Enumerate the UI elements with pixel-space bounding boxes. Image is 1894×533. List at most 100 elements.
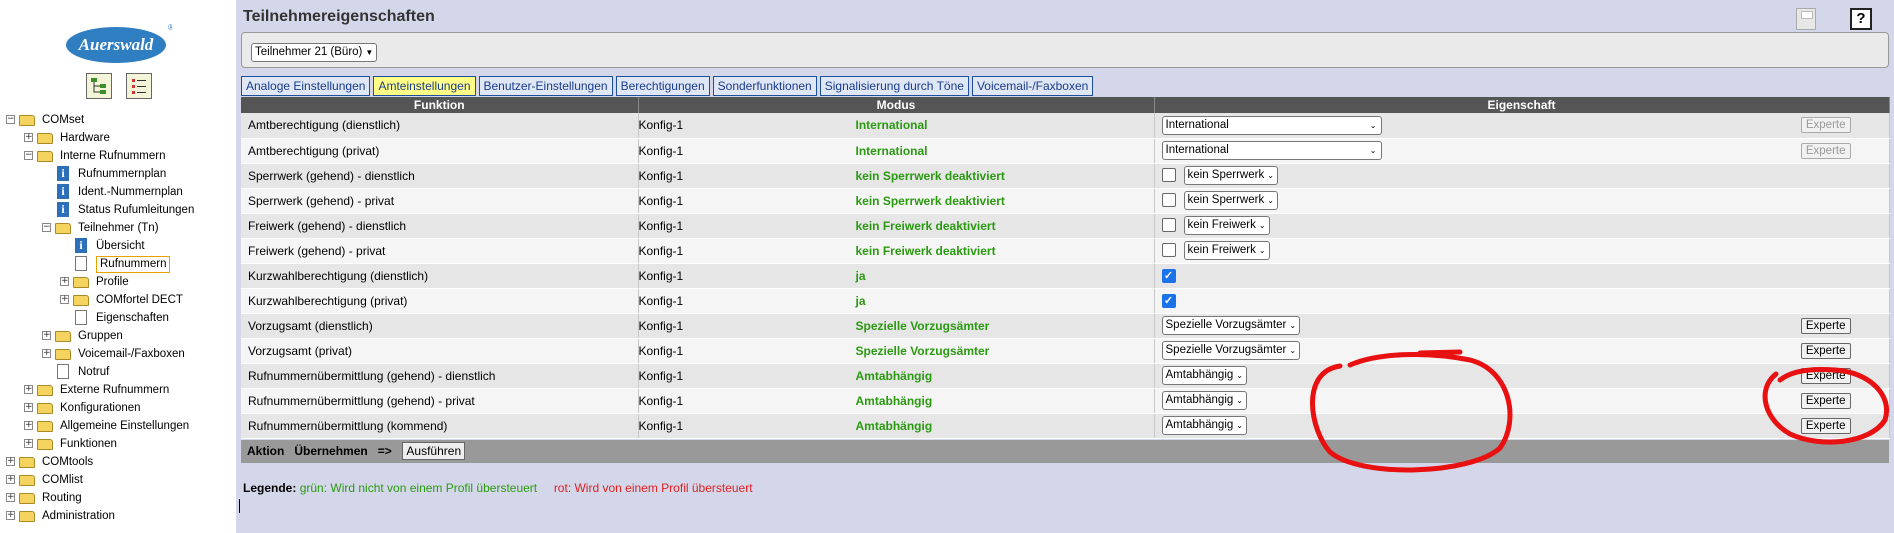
property-select[interactable]: kein Sperrwerk ⌄ (1183, 191, 1278, 210)
expand-icon[interactable]: + (60, 295, 69, 304)
cell-modus: Konfig-1 ja (638, 288, 1155, 314)
property-select[interactable]: kein Sperrwerk ⌄ (1183, 166, 1278, 185)
checkbox[interactable]: ✓ (1161, 293, 1176, 308)
tab-signalisierung-durch-töne[interactable]: Signalisierung durch Töne (819, 76, 969, 96)
config-label: Konfig-1 (638, 243, 684, 258)
execute-button[interactable]: Ausführen (402, 442, 466, 460)
info-icon: i (55, 202, 72, 217)
save-icon[interactable] (1796, 8, 1816, 30)
participant-select-bar: Teilnehmer 21 (Büro) ▼ (241, 32, 1889, 68)
property-select[interactable]: Amtabhängig ⌄ (1161, 391, 1247, 410)
cell-funktion: Amtberechtigung (dienstlich) (241, 113, 639, 139)
table-row: Vorzugsamt (dienstlich) Konfig-1 Spezielle… (241, 313, 1890, 339)
cell-modus: Konfig-1 kein Sperrwerk deaktiviert (638, 163, 1155, 189)
expert-button[interactable]: Experte (1800, 392, 1851, 409)
tab-voicemail-faxboxen[interactable]: Voicemail-/Faxboxen (971, 76, 1094, 96)
chevron-down-icon: ▼ (365, 48, 374, 57)
expand-icon[interactable]: + (42, 331, 51, 340)
cell-eigenschaft: kein Sperrwerk ⌄ (1154, 188, 1890, 214)
folder-icon (37, 148, 54, 163)
expand-icon[interactable]: + (60, 277, 69, 286)
mode-value: Amtabhängig (855, 368, 933, 383)
property-select[interactable]: Spezielle Vorzugsämter ⌄ (1161, 316, 1301, 335)
folder-icon (37, 130, 54, 145)
expand-icon[interactable]: + (6, 457, 15, 466)
header-modus: Modus (638, 97, 1155, 113)
table-row: Amtberechtigung (privat) Konfig-1 Internat… (241, 138, 1890, 164)
tab-benutzer-einstellungen[interactable]: Benutzer-Einstellungen (478, 76, 613, 96)
folder-icon (37, 382, 54, 397)
table-header-row: Funktion Modus Eigenschaft (241, 97, 1890, 113)
table-row: Kurzwahlberechtigung (privat) Konfig-1 ja ✓ (241, 288, 1890, 314)
tree-view-icon[interactable] (86, 73, 112, 99)
config-label: Konfig-1 (638, 318, 684, 333)
help-icon[interactable]: ? (1850, 8, 1872, 30)
expand-icon[interactable]: + (24, 385, 33, 394)
tab-sonderfunktionen[interactable]: Sonderfunktionen (712, 76, 817, 96)
document-icon (55, 364, 72, 379)
mode-value: International (855, 143, 928, 158)
checkbox[interactable] (1161, 192, 1176, 207)
collapse-icon[interactable]: − (24, 151, 33, 160)
property-select[interactable]: Amtabhängig ⌄ (1161, 416, 1247, 435)
expand-icon[interactable]: + (24, 133, 33, 142)
tree-item-label: Routing (42, 492, 82, 504)
expand-icon[interactable]: + (6, 493, 15, 502)
mode-value: Spezielle Vorzugsämter (855, 318, 990, 333)
expand-icon[interactable]: + (24, 403, 33, 412)
expand-icon[interactable]: + (24, 439, 33, 448)
expand-icon[interactable]: + (42, 349, 51, 358)
folder-icon (19, 508, 36, 523)
checkbox[interactable] (1161, 217, 1176, 232)
expert-button[interactable]: Experte (1800, 367, 1851, 384)
table-row: Sperrwerk (gehend) - privat Konfig-1 kein … (241, 188, 1890, 214)
table-row: Rufnummernübermittlung (kommend) Konfig-1… (241, 413, 1890, 439)
cell-funktion: Vorzugsamt (privat) (241, 338, 639, 364)
cell-modus: Konfig-1 kein Freiwerk deaktiviert (638, 213, 1155, 239)
participant-select[interactable]: Teilnehmer 21 (Büro) ▼ (251, 43, 378, 62)
folder-icon (19, 490, 36, 505)
cell-modus: Konfig-1 Spezielle Vorzugsämter (638, 338, 1155, 364)
cell-modus: Konfig-1 International (638, 113, 1155, 139)
collapse-icon[interactable]: − (42, 223, 51, 232)
checkbox[interactable] (1161, 242, 1176, 257)
cell-eigenschaft: Amtabhängig ⌄ Experte (1154, 413, 1890, 439)
tree-item-label: Rufnummernplan (78, 168, 167, 180)
cell-eigenschaft: International ⌄ Experte (1154, 138, 1890, 164)
tree-item-label: Übersicht (96, 240, 145, 252)
property-select[interactable]: Amtabhängig ⌄ (1161, 366, 1247, 385)
chevron-down-icon: ⌄ (1289, 321, 1297, 330)
mode-value: kein Sperrwerk deaktiviert (855, 168, 1005, 183)
property-select[interactable]: International ⌄ (1161, 115, 1382, 135)
list-view-icon[interactable] (126, 73, 152, 99)
table-row: Rufnummernübermittlung (gehend) - privat… (241, 388, 1890, 414)
tab-analoge-einstellungen[interactable]: Analoge Einstellungen (241, 76, 371, 96)
document-icon (73, 310, 90, 325)
tab-berechtigungen[interactable]: Berechtigungen (615, 76, 710, 96)
collapse-icon[interactable]: − (6, 115, 15, 124)
property-select[interactable]: International ⌄ (1161, 141, 1382, 160)
text-cursor (239, 499, 240, 513)
expert-button[interactable]: Experte (1800, 142, 1851, 159)
property-select[interactable]: Spezielle Vorzugsämter ⌄ (1161, 341, 1301, 360)
property-select[interactable]: kein Freiwerk ⌄ (1183, 216, 1270, 235)
svg-text:®: ® (168, 23, 172, 32)
cell-eigenschaft: International ⌄ Experte (1154, 113, 1890, 139)
expert-button[interactable]: Experte (1800, 117, 1851, 133)
cell-funktion: Sperrwerk (gehend) - privat (241, 188, 639, 214)
expand-icon[interactable]: + (6, 475, 15, 484)
expert-button[interactable]: Experte (1800, 417, 1851, 434)
table-row: Kurzwahlberechtigung (dienstlich) Konfig-… (241, 263, 1890, 289)
action-label: Aktion (247, 444, 285, 458)
expand-icon[interactable]: + (6, 511, 15, 520)
expert-button[interactable]: Experte (1800, 342, 1851, 359)
tab-amteinstellungen[interactable]: Amteinstellungen (373, 76, 476, 96)
checkbox[interactable]: ✓ (1161, 268, 1176, 283)
mode-value: International (855, 118, 928, 133)
expand-icon[interactable]: + (24, 421, 33, 430)
tree-item-label: Teilnehmer (Tn) (78, 222, 159, 234)
main-panel: Teilnehmereigenschaften ? Teilnehmer 21 … (236, 0, 1894, 533)
expert-button[interactable]: Experte (1800, 317, 1851, 334)
property-select[interactable]: kein Freiwerk ⌄ (1183, 241, 1270, 260)
checkbox[interactable] (1161, 167, 1176, 182)
